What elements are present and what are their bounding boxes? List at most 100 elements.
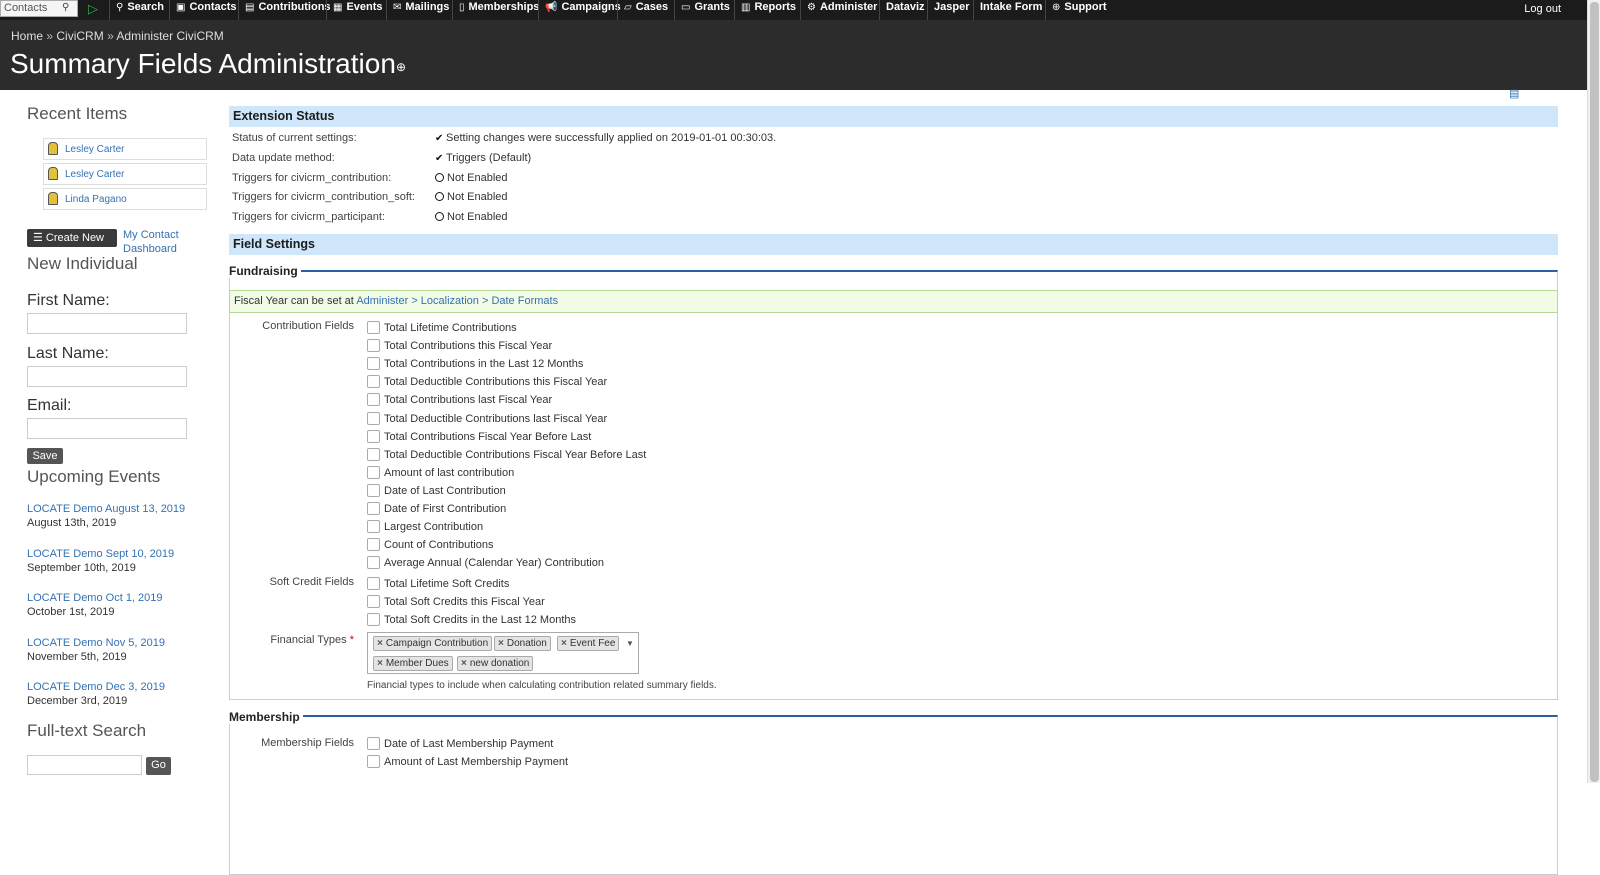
checkbox-label[interactable]: Total Deductible Contributions Fiscal Ye…	[384, 449, 646, 461]
menu-contributions[interactable]: ▤ Contributions	[238, 0, 337, 20]
checkbox-label[interactable]: Total Lifetime Contributions	[384, 322, 517, 334]
checkbox-row[interactable]: Total Deductible Contributions last Fisc…	[367, 411, 607, 425]
checkbox[interactable]	[367, 321, 380, 334]
search-icon[interactable]: ⚲	[62, 2, 74, 14]
checkbox-row[interactable]: Total Contributions in the Last 12 Month…	[367, 357, 583, 371]
remove-tag-icon[interactable]: ×	[461, 658, 467, 669]
checkbox[interactable]	[367, 411, 380, 425]
dropdown-caret-icon[interactable]: ▼	[626, 639, 634, 648]
checkbox-label[interactable]: Total Contributions in the Last 12 Month…	[384, 358, 583, 370]
checkbox-label[interactable]: Total Soft Credits in the Last 12 Months	[384, 614, 576, 626]
checkbox[interactable]	[367, 429, 380, 443]
checkbox[interactable]	[367, 339, 380, 353]
recent-item[interactable]: Linda Pagano	[43, 188, 207, 210]
menu-events[interactable]: ▦ Events	[326, 0, 389, 20]
breadcrumb-home[interactable]: Home	[11, 29, 43, 43]
event-link[interactable]: LOCATE Demo Nov 5, 2019	[27, 637, 165, 649]
menu-search[interactable]: ⚲ Search	[109, 0, 170, 20]
checkbox-label[interactable]: Total Contributions last Fiscal Year	[384, 394, 552, 406]
checkbox-label[interactable]: Total Deductible Contributions last Fisc…	[384, 413, 607, 425]
checkbox[interactable]	[367, 737, 380, 750]
event-link[interactable]: LOCATE Demo Sept 10, 2019	[27, 548, 174, 560]
financial-type-tag[interactable]: × Member Dues	[373, 656, 453, 671]
menu-reports[interactable]: ▥ Reports	[734, 0, 802, 20]
checkbox-row[interactable]: Total Lifetime Soft Credits	[367, 577, 509, 590]
event-link[interactable]: LOCATE Demo Oct 1, 2019	[27, 592, 163, 604]
checkbox[interactable]	[367, 520, 380, 534]
financial-type-tag[interactable]: × Donation	[494, 636, 551, 651]
checkbox-row[interactable]: Date of First Contribution	[367, 502, 506, 515]
checkbox-row[interactable]: Total Deductible Contributions this Fisc…	[367, 375, 607, 389]
menu-mailings[interactable]: ✉ Mailings	[386, 0, 455, 20]
checkbox-label[interactable]: Count of Contributions	[384, 539, 493, 551]
checkbox[interactable]	[367, 538, 380, 552]
checkbox-row[interactable]: Total Contributions Fiscal Year Before L…	[367, 429, 591, 443]
menu-support[interactable]: ⊕ Support	[1045, 0, 1113, 20]
checkbox-row[interactable]: Amount of last contribution	[367, 465, 514, 479]
checkbox-row[interactable]: Total Deductible Contributions Fiscal Ye…	[367, 447, 646, 461]
checkbox[interactable]	[367, 447, 380, 461]
last-name-field[interactable]	[27, 366, 187, 387]
play-icon[interactable]: ▷	[88, 1, 98, 17]
checkbox[interactable]	[367, 393, 380, 407]
checkbox[interactable]	[367, 502, 380, 515]
scrollbar-thumb[interactable]	[1590, 2, 1599, 782]
my-contact-dashboard-link[interactable]: My Contact Dashboard	[123, 228, 193, 256]
fulltext-search-input[interactable]	[27, 755, 142, 775]
menu-memberships[interactable]: ▯ Memberships	[452, 0, 545, 20]
financial-type-tag[interactable]: × Campaign Contribution	[373, 636, 493, 651]
checkbox-label[interactable]: Amount of Last Membership Payment	[384, 756, 568, 768]
checkbox[interactable]	[367, 577, 380, 590]
checkbox-label[interactable]: Total Contributions this Fiscal Year	[384, 340, 552, 352]
checkbox-row[interactable]: Count of Contributions	[367, 538, 493, 552]
checkbox-label[interactable]: Total Lifetime Soft Credits	[384, 578, 509, 590]
go-button[interactable]: Go	[146, 757, 171, 775]
checkbox-row[interactable]: Average Annual (Calendar Year) Contribut…	[367, 556, 604, 570]
checkbox[interactable]	[367, 375, 380, 389]
recent-item[interactable]: Lesley Carter	[43, 138, 207, 160]
checkbox-label[interactable]: Total Soft Credits this Fiscal Year	[384, 596, 545, 608]
checkbox-row[interactable]: Largest Contribution	[367, 520, 483, 534]
event-link[interactable]: LOCATE Demo Dec 3, 2019	[27, 681, 165, 693]
breadcrumb-administer[interactable]: Administer CiviCRM	[116, 29, 223, 43]
save-button[interactable]: Save	[27, 448, 63, 464]
checkbox[interactable]	[367, 755, 380, 769]
print-icon[interactable]: ▤	[1509, 87, 1519, 100]
add-shortcut-icon[interactable]: ⊕	[396, 60, 406, 74]
checkbox-row[interactable]: Date of Last Contribution	[367, 483, 506, 497]
checkbox[interactable]	[367, 483, 380, 497]
remove-tag-icon[interactable]: ×	[377, 638, 383, 649]
checkbox-row[interactable]: Amount of Last Membership Payment	[367, 755, 568, 769]
remove-tag-icon[interactable]: ×	[377, 658, 383, 669]
financial-type-tag[interactable]: × new donation	[457, 656, 534, 671]
checkbox[interactable]	[367, 613, 380, 627]
create-new-button[interactable]: ☰ Create New	[27, 229, 117, 247]
event-link[interactable]: LOCATE Demo August 13, 2019	[27, 503, 185, 515]
checkbox-label[interactable]: Date of Last Contribution	[384, 485, 506, 497]
checkbox-row[interactable]: Total Contributions last Fiscal Year	[367, 393, 552, 407]
checkbox-label[interactable]: Total Deductible Contributions this Fisc…	[384, 376, 607, 388]
financial-types-select[interactable]: ▼ × Campaign Contribution × Donation × Event …	[367, 632, 639, 674]
checkbox[interactable]	[367, 357, 380, 371]
menu-campaigns[interactable]: 📢 Campaigns	[538, 0, 627, 20]
scrollbar[interactable]	[1587, 0, 1600, 783]
checkbox-label[interactable]: Amount of last contribution	[384, 467, 514, 479]
menu-jasper[interactable]: Jasper	[927, 0, 975, 20]
first-name-field[interactable]	[27, 313, 187, 334]
financial-type-tag[interactable]: × Event Fee	[557, 636, 620, 651]
remove-tag-icon[interactable]: ×	[498, 638, 504, 649]
recent-item-label[interactable]: Linda Pagano	[65, 194, 127, 205]
checkbox-label[interactable]: Average Annual (Calendar Year) Contribut…	[384, 557, 604, 569]
remove-tag-icon[interactable]: ×	[561, 638, 567, 649]
menu-cases[interactable]: ▱ Cases	[617, 0, 674, 20]
menu-grants[interactable]: ▭ Grants	[674, 0, 736, 20]
recent-item-label[interactable]: Lesley Carter	[65, 169, 124, 180]
recent-item[interactable]: Lesley Carter	[43, 163, 207, 185]
checkbox-label[interactable]: Total Contributions Fiscal Year Before L…	[384, 431, 591, 443]
menu-dataviz[interactable]: Dataviz	[879, 0, 931, 20]
checkbox-row[interactable]: Total Soft Credits in the Last 12 Months	[367, 613, 576, 627]
breadcrumb-civicrm[interactable]: CiviCRM	[56, 29, 103, 43]
checkbox-row[interactable]: Date of Last Membership Payment	[367, 737, 553, 750]
checkbox[interactable]	[367, 556, 380, 570]
logout-link[interactable]: Log out	[1524, 0, 1561, 18]
